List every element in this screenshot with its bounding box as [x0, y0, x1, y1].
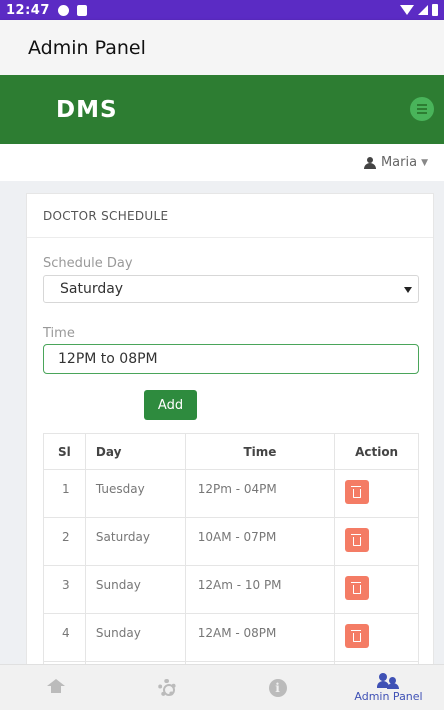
row-day: Sunday: [84, 613, 186, 662]
app-bar: Admin Panel: [0, 20, 444, 75]
notification-icon: [57, 4, 69, 16]
home-icon: [46, 678, 65, 697]
row-time: 12Am - 10 PM: [184, 565, 336, 614]
brand-bar: DMS: [0, 75, 444, 144]
table-row: 1 Tuesday 12Pm - 04PM: [43, 469, 419, 518]
trash-icon: [351, 581, 362, 594]
delete-button[interactable]: [345, 480, 370, 504]
card-title: DOCTOR SCHEDULE: [27, 194, 433, 238]
time-input[interactable]: [43, 344, 419, 374]
nav-admin-panel[interactable]: Admin Panel: [333, 665, 444, 710]
trash-icon: [351, 533, 362, 546]
sim-card-icon: [76, 4, 87, 16]
time-label: Time: [43, 326, 75, 341]
delete-button[interactable]: [345, 624, 370, 648]
nav-info[interactable]: i: [222, 665, 333, 710]
signal-icon: [418, 5, 428, 15]
bottom-nav: i Admin Panel: [0, 664, 444, 710]
row-day: Saturday: [84, 517, 186, 566]
table-row: 4 Sunday 12AM - 08PM: [43, 613, 419, 662]
app-title: Admin Panel: [28, 36, 146, 59]
add-button[interactable]: Add: [144, 390, 197, 420]
user-icon: [363, 156, 377, 169]
user-name: Maria: [380, 155, 418, 170]
hamburger-icon: [417, 104, 427, 106]
status-bar: 12:47: [0, 0, 444, 20]
trash-icon: [351, 485, 362, 498]
battery-icon: [432, 4, 438, 16]
caret-down-icon: ▼: [421, 157, 428, 168]
row-sl: 4: [43, 613, 86, 662]
status-time: 12:47: [6, 2, 50, 18]
nav-home[interactable]: [0, 665, 111, 710]
delete-button[interactable]: [345, 576, 370, 600]
table-header-row: Sl Day Time Action: [43, 433, 419, 470]
nav-settings[interactable]: [111, 665, 222, 710]
header-time: Time: [184, 433, 336, 470]
admin-users-icon: [376, 672, 401, 689]
row-day: Sunday: [84, 565, 186, 614]
info-icon: i: [268, 678, 287, 697]
nav-admin-label: Admin Panel: [354, 689, 423, 703]
table-row: 2 Saturday 10AM - 07PM: [43, 517, 419, 566]
brand-title: DMS: [56, 96, 118, 123]
row-sl: 1: [43, 469, 86, 518]
schedule-day-value: Saturday: [60, 281, 124, 297]
trash-icon: [351, 629, 362, 642]
header-action: Action: [334, 433, 419, 470]
header-day: Day: [84, 433, 186, 470]
row-time: 12Pm - 04PM: [184, 469, 336, 518]
schedule-day-select[interactable]: Saturday: [43, 275, 419, 303]
row-sl: 2: [43, 517, 86, 566]
gear-icon: [157, 678, 176, 697]
table-row: 3 Sunday 12Am - 10 PM: [43, 565, 419, 614]
schedule-table: Sl Day Time Action 1 Tuesday 12Pm - 04PM…: [43, 433, 419, 672]
dropdown-arrow-icon: [404, 287, 412, 293]
row-time: 10AM - 07PM: [184, 517, 336, 566]
row-day: Tuesday: [84, 469, 186, 518]
wifi-icon: [400, 5, 414, 15]
row-time: 12AM - 08PM: [184, 613, 336, 662]
delete-button[interactable]: [345, 528, 370, 552]
menu-toggle-button[interactable]: [410, 97, 434, 121]
row-sl: 3: [43, 565, 86, 614]
user-menu[interactable]: Maria ▼: [0, 144, 444, 181]
schedule-day-label: Schedule Day: [43, 256, 133, 271]
header-sl: Sl: [43, 433, 86, 470]
doctor-schedule-card: DOCTOR SCHEDULE Schedule Day Saturday Ti…: [26, 193, 434, 673]
